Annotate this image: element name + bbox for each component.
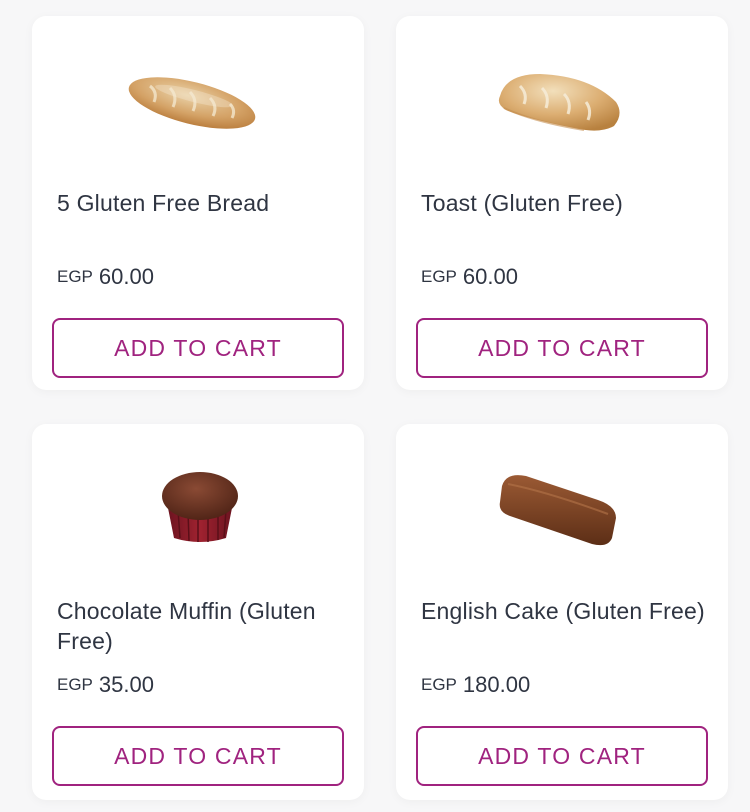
- product-grid: 5 Gluten Free Bread EGP 60.00 ADD TO CART: [0, 0, 750, 812]
- product-image[interactable]: [32, 16, 364, 176]
- add-to-cart-button[interactable]: ADD TO CART: [416, 726, 708, 786]
- chocolate-muffin-icon: [162, 472, 238, 542]
- price-currency: EGP: [57, 675, 93, 694]
- product-card: Chocolate Muffin (Gluten Free) EGP 35.00 …: [32, 424, 364, 800]
- product-price: EGP 60.00: [421, 264, 518, 290]
- product-image[interactable]: [396, 424, 728, 584]
- price-amount: 35.00: [98, 672, 154, 697]
- price-amount: 60.00: [98, 264, 154, 289]
- product-name[interactable]: Chocolate Muffin (Gluten Free): [57, 596, 347, 656]
- product-price: EGP 180.00: [421, 672, 530, 698]
- price-currency: EGP: [421, 267, 457, 286]
- product-image[interactable]: [32, 424, 364, 584]
- add-to-cart-button[interactable]: ADD TO CART: [416, 318, 708, 378]
- price-amount: 60.00: [462, 264, 518, 289]
- add-to-cart-button[interactable]: ADD TO CART: [52, 318, 344, 378]
- product-card: 5 Gluten Free Bread EGP 60.00 ADD TO CART: [32, 16, 364, 390]
- product-name[interactable]: 5 Gluten Free Bread: [57, 188, 347, 218]
- price-currency: EGP: [421, 675, 457, 694]
- product-card: Toast (Gluten Free) EGP 60.00 ADD TO CART: [396, 16, 728, 390]
- product-price: EGP 35.00: [57, 672, 154, 698]
- product-price: EGP 60.00: [57, 264, 154, 290]
- price-amount: 180.00: [462, 672, 531, 697]
- product-name[interactable]: Toast (Gluten Free): [421, 188, 711, 218]
- english-cake-icon: [499, 475, 616, 546]
- product-name[interactable]: English Cake (Gluten Free): [421, 596, 711, 626]
- price-currency: EGP: [57, 267, 93, 286]
- product-card: English Cake (Gluten Free) EGP 180.00 ADD…: [396, 424, 728, 800]
- bread-loaf-icon: [128, 77, 256, 129]
- toast-loaf-icon: [498, 74, 620, 131]
- product-image[interactable]: [396, 16, 728, 176]
- add-to-cart-button[interactable]: ADD TO CART: [52, 726, 344, 786]
